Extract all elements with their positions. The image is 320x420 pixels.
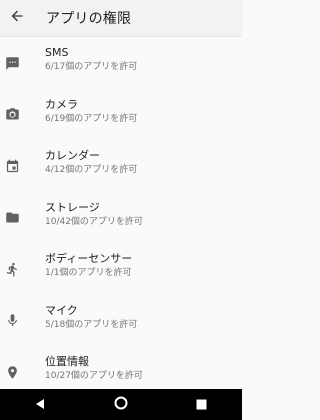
permission-list: SMS 6/17個のアプリを許可 カメラ 6/19個のアプリを許可 カレンダー … — [0, 37, 242, 398]
permission-count: 1/1個のアプリを許可 — [45, 268, 132, 278]
nav-back-icon — [34, 395, 46, 414]
permission-name: カレンダー — [45, 149, 100, 162]
sms-icon — [0, 51, 24, 75]
permission-item-sms[interactable]: SMS 6/17個のアプリを許可 — [0, 37, 242, 89]
permission-item-storage[interactable]: ストレージ 10/42個のアプリを許可 — [0, 192, 242, 244]
back-button[interactable] — [2, 0, 32, 36]
system-navigation-bar — [0, 389, 242, 420]
permission-name: SMS — [45, 46, 69, 59]
calendar-icon — [0, 154, 24, 178]
permission-item-camera[interactable]: カメラ 6/19個のアプリを許可 — [0, 89, 242, 141]
permission-item-calendar[interactable]: カレンダー 4/12個のアプリを許可 — [0, 140, 242, 192]
permission-name: ストレージ — [45, 200, 100, 214]
permission-count: 10/27個のアプリを許可 — [45, 371, 143, 381]
permission-count: 6/19個のアプリを許可 — [45, 113, 138, 124]
nav-back-button[interactable] — [20, 389, 60, 420]
permission-count: 6/17個のアプリを許可 — [45, 62, 138, 72]
permission-item-microphone[interactable]: マイク 5/18個のアプリを許可 — [0, 295, 242, 347]
permission-count: 5/18個のアプリを許可 — [45, 319, 138, 330]
permission-item-body-sensors[interactable]: ボディーセンサー 1/1個のアプリを許可 — [0, 243, 242, 295]
app-bar: アプリの権限 — [0, 0, 242, 37]
nav-recents-icon — [196, 395, 207, 414]
nav-recents-button[interactable] — [182, 389, 222, 420]
nav-home-icon — [114, 395, 128, 414]
location-pin-icon — [0, 360, 24, 384]
permission-name: ボディーセンサー — [45, 252, 133, 265]
nav-home-button[interactable] — [101, 389, 141, 420]
page-title: アプリの権限 — [46, 11, 132, 27]
arrow-back-icon — [9, 8, 25, 28]
microphone-icon — [0, 309, 24, 333]
permission-name: 位置情報 — [45, 355, 89, 368]
camera-icon — [0, 103, 24, 127]
permission-name: マイク — [45, 303, 78, 317]
permission-count: 4/12個のアプリを許可 — [45, 165, 138, 175]
running-person-icon — [0, 257, 24, 281]
folder-icon — [0, 206, 24, 230]
permission-name: カメラ — [45, 97, 78, 111]
permission-count: 10/42個のアプリを許可 — [45, 216, 143, 227]
